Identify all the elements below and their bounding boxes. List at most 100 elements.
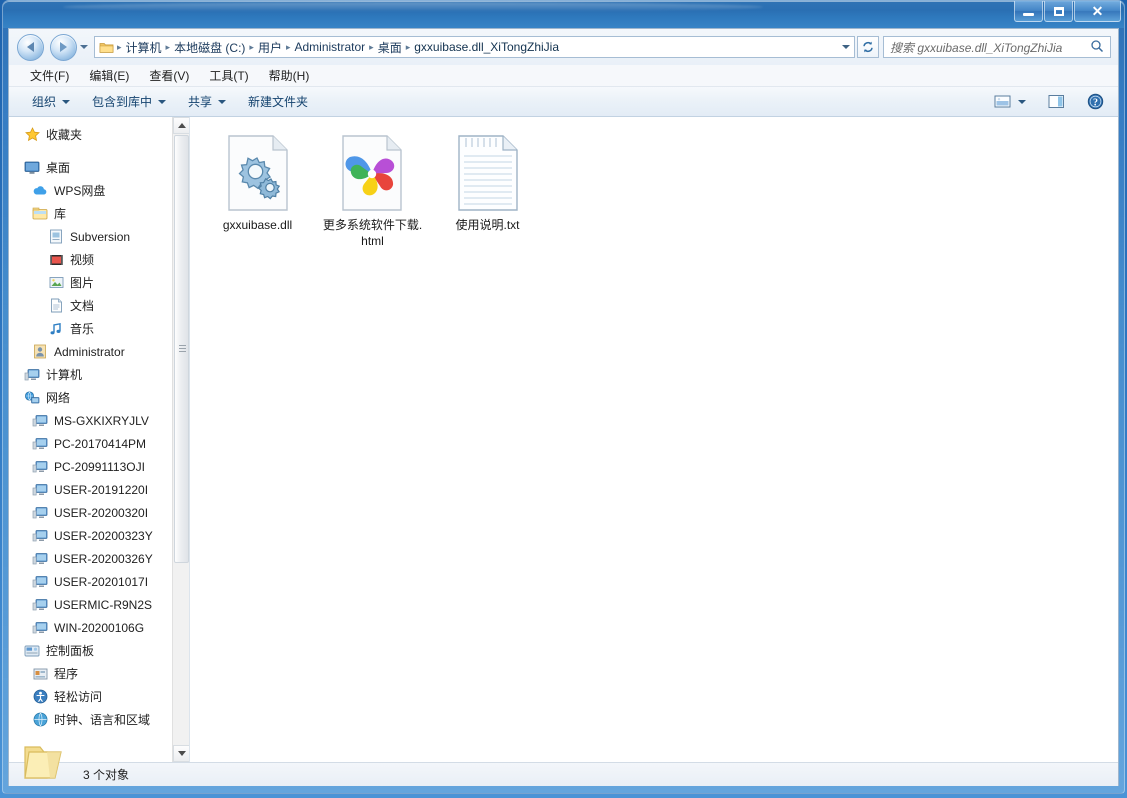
address-bar[interactable]: ▸ 计算机 ▸ 本地磁盘 (C:) ▸ 用户 ▸ Administrator ▸… [94,36,855,58]
computer-icon [31,459,49,475]
sidebar-item-programs[interactable]: 程序 [9,662,171,685]
computer-icon [31,436,49,452]
menu-help[interactable]: 帮助(H) [260,65,319,86]
navigation-scrollbar[interactable] [172,117,189,762]
breadcrumb-item-5[interactable]: gxxuibase.dll_XiTongZhiJia [411,38,562,56]
sidebar-item-network-pc-7[interactable]: USER-20201017I [9,570,171,593]
help-button[interactable]: ? [1083,90,1108,113]
share-button[interactable]: 共享 [179,88,235,115]
organize-button[interactable]: 组织 [23,88,79,115]
breadcrumb-item-0[interactable]: 计算机 [123,37,165,57]
status-item-count: 3 个对象 [83,768,130,782]
control-panel-icon [23,643,41,659]
file-item[interactable]: gxxuibase.dll [205,135,310,249]
breadcrumb-item-3[interactable]: Administrator [291,38,368,56]
share-label: 共享 [188,95,213,109]
preview-pane-icon [1048,95,1064,108]
navigation-pane: 收藏夹 桌面 WPS网盘 库 Subversion 视频 图片 文档 音乐 Ad… [9,117,190,762]
file-list-pane[interactable]: gxxuibase.dll 更多系统软件下载.html 使用说明.txt [190,117,1118,762]
sidebar-item-pictures[interactable]: 图片 [9,271,171,294]
sidebar-item-wps-cloud[interactable]: WPS网盘 [9,179,171,202]
sidebar-item-network-pc-8[interactable]: USERMIC-R9N2S [9,593,171,616]
close-button[interactable]: ✕ [1074,1,1121,22]
desktop-icon [23,160,41,176]
maximize-icon [1053,6,1064,16]
sidebar-item-documents[interactable]: 文档 [9,294,171,317]
main-split: 收藏夹 桌面 WPS网盘 库 Subversion 视频 图片 文档 音乐 Ad… [9,117,1118,762]
sidebar-item-label: 视频 [70,253,95,267]
user-icon [31,344,49,360]
file-item[interactable]: 使用说明.txt [435,135,540,249]
refresh-button[interactable] [857,36,879,58]
computer-icon [31,505,49,521]
sidebar-item-label: 网络 [46,391,71,405]
sidebar-item-label: 控制面板 [46,644,95,658]
computer-icon [31,551,49,567]
breadcrumb-item-2[interactable]: 用户 [255,37,285,57]
sidebar-item-network-pc-3[interactable]: USER-20191220I [9,478,171,501]
sidebar-item-label: USER-20200326Y [54,551,153,566]
folder-icon [22,738,68,784]
ease-of-access-icon [31,689,49,705]
sidebar-item-label: PC-20170414PM [54,436,147,451]
sidebar-item-network-pc-6[interactable]: USER-20200326Y [9,547,171,570]
menu-bar: 文件(F) 编辑(E) 查看(V) 工具(T) 帮助(H) [9,65,1118,87]
back-button[interactable] [17,33,44,61]
preview-pane-button[interactable] [1044,91,1069,112]
sidebar-item-network-pc-9[interactable]: WIN-20200106G [9,616,171,639]
scrollbar-up-button[interactable] [173,117,189,134]
menu-file[interactable]: 文件(F) [21,65,78,86]
pictures-icon [47,275,65,291]
sidebar-item-network[interactable]: 网络 [9,386,171,409]
sidebar-item-label: USER-20200323Y [54,528,153,543]
new-folder-button[interactable]: 新建文件夹 [239,88,317,115]
sidebar-item-label: USER-20200320I [54,505,149,520]
view-mode-button[interactable] [990,91,1030,112]
scrollbar-thumb[interactable] [174,135,189,563]
breadcrumb-item-4[interactable]: 桌面 [375,37,405,57]
sidebar-item-network-pc-2[interactable]: PC-20991113OJI [9,455,171,478]
menu-view[interactable]: 查看(V) [140,65,198,86]
scrollbar-down-button[interactable] [173,745,189,762]
chevron-down-icon [158,99,167,104]
sidebar-item-label: USER-20201017I [54,574,149,589]
sidebar-item-network-pc-4[interactable]: USER-20200320I [9,501,171,524]
sidebar-item-videos[interactable]: 视频 [9,248,171,271]
menu-tools[interactable]: 工具(T) [200,65,257,86]
maximize-button[interactable] [1044,1,1073,22]
menu-edit[interactable]: 编辑(E) [80,65,138,86]
sidebar-item-control-panel[interactable]: 控制面板 [9,639,171,662]
file-item[interactable]: 更多系统软件下载.html [320,135,425,249]
folder-icon [99,41,114,54]
title-bar-highlight [63,2,763,12]
file-name-label: 更多系统软件下载.html [322,218,423,248]
search-input[interactable]: 搜索 gxxuibase.dll_XiTongZhiJia [883,36,1111,58]
sidebar-item-label: MS-GXKIXRYJLV [54,413,149,428]
sidebar-item-libraries[interactable]: 库 [9,202,171,225]
chevron-down-icon [1018,99,1026,104]
sidebar-item-clock-language-region[interactable]: 时钟、语言和区域 [9,708,171,731]
recent-locations-dropdown-icon[interactable] [80,45,88,49]
include-in-library-button[interactable]: 包含到库中 [83,88,175,115]
sidebar-item-ease-of-access[interactable]: 轻松访问 [9,685,171,708]
video-icon [47,252,65,268]
sidebar-item-administrator[interactable]: Administrator [9,340,171,363]
file-name-label: 使用说明.txt [455,218,520,232]
minimize-button[interactable] [1014,1,1043,22]
sidebar-item-label: 轻松访问 [54,690,103,704]
sidebar-item-music[interactable]: 音乐 [9,317,171,340]
refresh-icon [863,41,873,53]
sidebar-item-label: 计算机 [46,368,83,382]
sidebar-item-network-pc-1[interactable]: PC-20170414PM [9,432,171,455]
sidebar-item-network-pc-5[interactable]: USER-20200323Y [9,524,171,547]
breadcrumb-item-1[interactable]: 本地磁盘 (C:) [171,37,248,57]
sidebar-item-computer[interactable]: 计算机 [9,363,171,386]
address-dropdown-button[interactable] [837,37,854,57]
sidebar-item-favorites[interactable]: 收藏夹 [9,123,171,146]
forward-button[interactable] [50,33,77,61]
sidebar-item-subversion[interactable]: Subversion [9,225,171,248]
sidebar-item-network-pc-0[interactable]: MS-GXKIXRYJLV [9,409,171,432]
new-folder-label: 新建文件夹 [248,95,309,109]
command-bar: 组织 包含到库中 共享 新建文件夹 ? [9,87,1118,117]
sidebar-item-desktop[interactable]: 桌面 [9,156,171,179]
